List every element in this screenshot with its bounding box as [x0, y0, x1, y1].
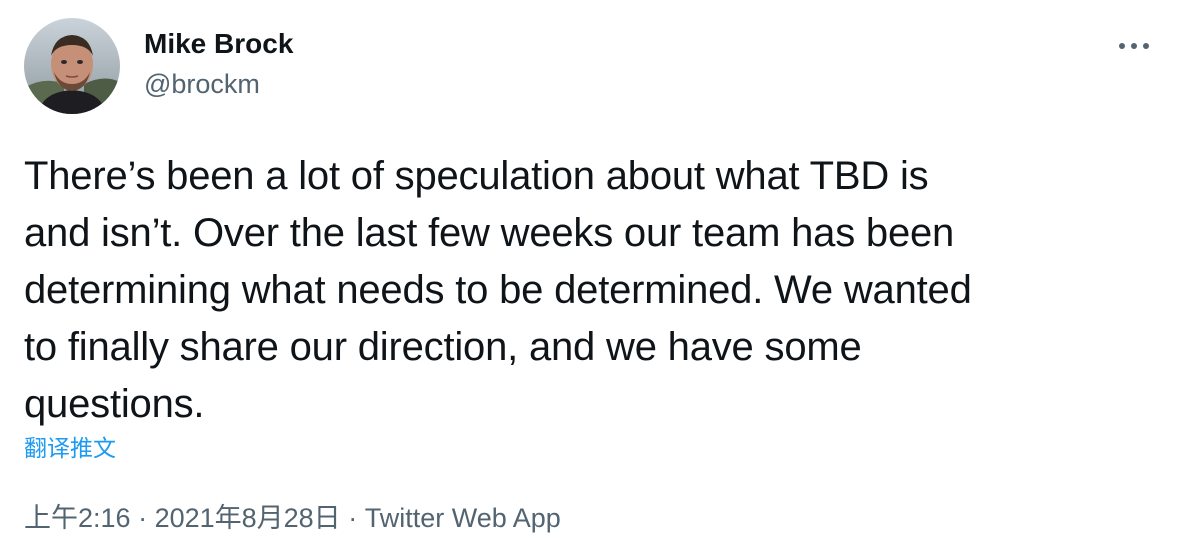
tweet-date[interactable]: 2021年8月28日	[155, 503, 341, 533]
meta-separator: ·	[130, 503, 155, 533]
meta-separator: ·	[340, 503, 365, 533]
avatar[interactable]	[24, 18, 120, 114]
avatar-photo	[24, 18, 120, 114]
tweet-source[interactable]: Twitter Web App	[365, 503, 561, 533]
tweet-metadata: 上午2:16 · 2021年8月28日 · Twitter Web App	[24, 500, 561, 536]
author-name[interactable]: Mike Brock	[144, 26, 293, 62]
author-handle[interactable]: @brockm	[144, 66, 260, 102]
tweet-text: There’s been a lot of speculation about …	[24, 154, 972, 426]
more-dots-icon	[1119, 43, 1149, 49]
tweet-card: Mike Brock @brockm There’s been a lot of…	[0, 0, 1178, 560]
translate-tweet-link[interactable]: 翻译推文	[24, 432, 116, 464]
more-options-button[interactable]	[1112, 26, 1156, 66]
tweet-time[interactable]: 上午2:16	[24, 503, 131, 533]
